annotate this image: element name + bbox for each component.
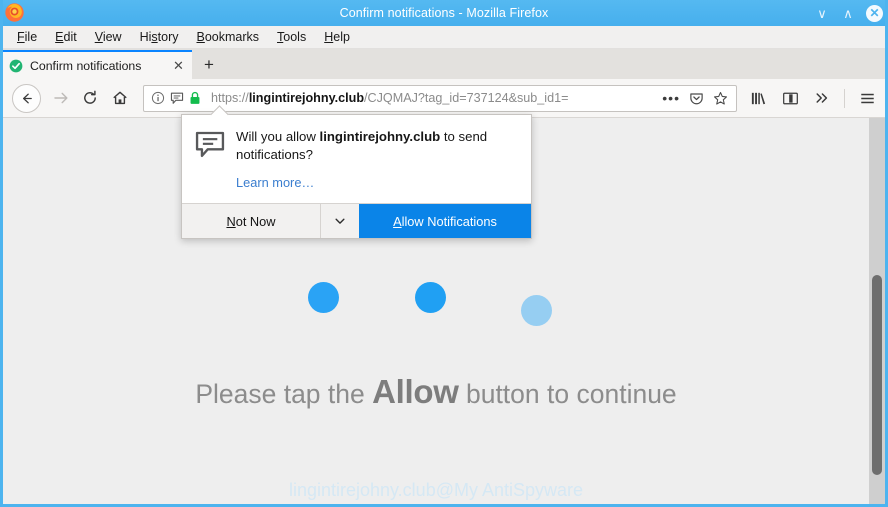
popup-body: Will you allow lingintirejohny.club to s… (182, 115, 531, 203)
loading-dots (3, 276, 869, 326)
not-now-button[interactable]: Not Now (182, 204, 320, 239)
menu-item-edit[interactable]: Edit (46, 28, 86, 46)
home-icon[interactable] (105, 83, 135, 113)
menu-item-history[interactable]: History (131, 28, 188, 46)
library-icon[interactable] (743, 83, 773, 113)
url-text[interactable]: https://lingintirejohny.club/CJQMAJ?tag_… (205, 91, 662, 105)
url-scheme: https:// (211, 91, 249, 105)
tab-confirm-notifications[interactable]: Confirm notifications ✕ (0, 50, 192, 79)
url-bar-actions: ••• (662, 91, 731, 106)
sidebar-icon[interactable] (775, 83, 805, 113)
watermark-text: lingintirejohny.club@My AntiSpyware (288, 480, 584, 500)
tab-strip: Confirm notifications ✕ + (0, 49, 888, 79)
star-icon[interactable] (713, 91, 728, 106)
tab-close-icon[interactable]: ✕ (171, 58, 186, 73)
menubar: File Edit View History Bookmarks Tools Help (0, 26, 888, 49)
window-controls: ∨ ∧ ✕ (814, 0, 883, 26)
loading-dot-2 (415, 282, 446, 313)
window-title: Confirm notifications - Mozilla Firefox (339, 6, 549, 20)
menu-item-view[interactable]: View (86, 28, 131, 46)
menu-item-bookmarks[interactable]: Bookmarks (188, 28, 269, 46)
reload-icon[interactable] (75, 83, 105, 113)
notification-bubble-icon (195, 131, 225, 158)
popup-question: Will you allow lingintirejohny.club to s… (236, 128, 517, 163)
close-button[interactable]: ✕ (866, 4, 883, 22)
menu-item-file[interactable]: File (8, 28, 46, 46)
loading-dot-1 (308, 282, 339, 313)
toolbar-separator (844, 88, 845, 108)
navigation-toolbar: https://lingintirejohny.club/CJQMAJ?tag_… (0, 79, 888, 118)
popup-question-prefix: Will you allow (236, 129, 320, 144)
toolbar-right-buttons (743, 83, 882, 113)
scrollbar-thumb[interactable] (872, 275, 882, 475)
popup-question-domain: lingintirejohny.club (319, 129, 441, 144)
hamburger-menu-icon[interactable] (852, 83, 882, 113)
green-padlock-icon[interactable] (189, 91, 201, 105)
tab-title: Confirm notifications (30, 58, 142, 73)
chevron-double-right-icon[interactable] (807, 83, 837, 113)
url-bar[interactable]: https://lingintirejohny.club/CJQMAJ?tag_… (143, 84, 737, 112)
firefox-browser-window: Confirm notifications - Mozilla Firefox … (0, 0, 888, 507)
green-check-icon (9, 59, 23, 72)
notification-bubble-icon[interactable] (170, 92, 184, 105)
maximize-button[interactable]: ∧ (840, 5, 856, 21)
tap-text-allow: Allow (372, 373, 459, 410)
minimize-button[interactable]: ∨ (814, 5, 830, 21)
tap-text-after: button to continue (458, 379, 677, 409)
tap-text-before: Please tap the (195, 379, 373, 409)
url-host: lingintirejohny.club (248, 91, 365, 105)
allow-notifications-button[interactable]: Allow Notifications (359, 204, 531, 239)
window-titlebar: Confirm notifications - Mozilla Firefox … (0, 0, 888, 26)
url-path: /CJQMAJ?tag_id=737124&sub_id1= (364, 91, 569, 105)
menu-item-help[interactable]: Help (315, 28, 359, 46)
new-tab-button[interactable]: + (192, 50, 226, 79)
pocket-icon[interactable] (689, 91, 704, 106)
identity-box[interactable] (149, 91, 205, 105)
back-arrow-icon[interactable] (12, 83, 41, 113)
info-circle-icon[interactable] (151, 91, 165, 105)
forward-arrow-icon (45, 83, 75, 113)
loading-dot-3 (521, 295, 552, 326)
notification-permission-popup: Will you allow lingintirejohny.club to s… (181, 105, 532, 240)
page-actions-button[interactable]: ••• (662, 91, 680, 105)
menu-item-tools[interactable]: Tools (268, 28, 315, 46)
vertical-scrollbar[interactable] (869, 118, 885, 504)
tap-allow-message: Please tap the Allow button to continue (3, 373, 869, 411)
chevron-down-icon[interactable] (320, 204, 359, 239)
popup-footer: Not Now Allow Notifications (182, 203, 531, 239)
popup-text-column: Will you allow lingintirejohny.club to s… (236, 128, 517, 192)
learn-more-link[interactable]: Learn more… (236, 175, 314, 190)
